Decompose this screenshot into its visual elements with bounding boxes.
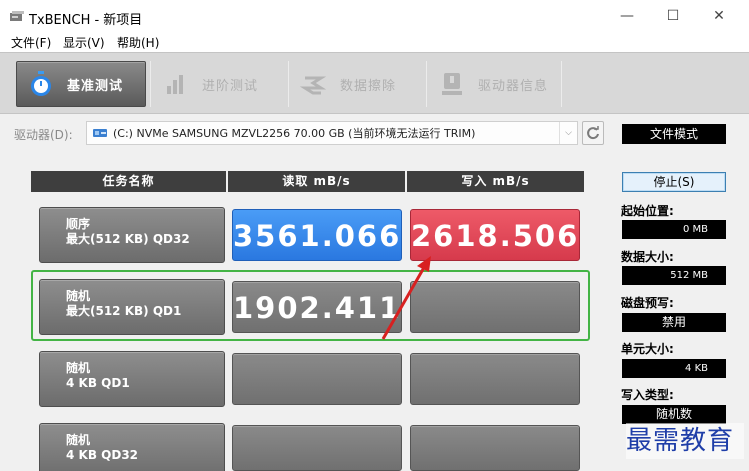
task-params: 4 KB QD32 (66, 448, 139, 462)
task-params: 最大(512 KB) QD32 (66, 232, 190, 246)
header-task-name: 任务名称 (31, 171, 226, 192)
minimize-button[interactable]: — (604, 0, 650, 32)
chevron-down-icon[interactable]: ⌵ (559, 122, 577, 144)
task-type: 随机 (66, 289, 91, 303)
data-size-label: 数据大小: (621, 250, 674, 264)
close-button[interactable]: ✕ (696, 0, 742, 32)
write-result (410, 281, 580, 333)
stopwatch-icon (31, 71, 51, 96)
write-type-value[interactable]: 随机数 (622, 405, 726, 424)
tab-divider (561, 61, 562, 107)
menu-view[interactable]: 显示(V) (63, 34, 105, 51)
drive-icon (93, 129, 107, 137)
write-type-label: 写入类型: (621, 388, 674, 402)
task-type: 随机 (66, 433, 91, 447)
tab-divider (150, 61, 151, 107)
task-type: 随机 (66, 361, 91, 375)
maximize-button[interactable]: ☐ (650, 0, 696, 32)
tab-benchmark-label: 基准测试 (67, 78, 124, 94)
header-write: 写入 mB/s (407, 171, 584, 192)
read-result (232, 353, 402, 405)
tab-advanced[interactable]: 进阶测试 (152, 61, 286, 107)
drive-select-value: (C:) NVMe SAMSUNG MZVL2256 70.00 GB (当前环… (113, 127, 476, 140)
tab-divider (426, 61, 427, 107)
drive-label: 驱动器(D): (14, 128, 73, 142)
title-bar: TxBENCH - 新项目 — ☐ ✕ (0, 0, 749, 32)
unit-size-label: 单元大小: (621, 342, 674, 356)
menu-bar: 文件(F) 显示(V) 帮助(H) (0, 32, 749, 52)
refresh-button[interactable] (582, 121, 604, 145)
precondition-value[interactable]: 禁用 (622, 313, 726, 332)
tab-erase-label: 数据擦除 (340, 78, 397, 94)
read-result (232, 425, 402, 471)
task-seq-qd32-button[interactable]: 顺序 最大(512 KB) QD32 (39, 207, 225, 263)
drive-info-icon (442, 73, 462, 95)
stop-button[interactable]: 停止(S) (622, 172, 726, 192)
task-rnd-4k-qd1-button[interactable]: 随机 4 KB QD1 (39, 351, 225, 407)
header-read: 读取 mB/s (228, 171, 405, 192)
task-rnd-512k-qd1-button[interactable]: 随机 最大(512 KB) QD1 (39, 279, 225, 335)
start-position-value[interactable]: 0 MB (622, 220, 726, 239)
task-params: 4 KB QD1 (66, 376, 130, 390)
write-result (410, 353, 580, 405)
refresh-icon (587, 126, 599, 140)
tab-drive-info[interactable]: 驱动器信息 (428, 61, 560, 107)
watermark: 最需教育 (626, 423, 744, 459)
tab-bar: 基准测试 进阶测试 数据擦除 驱动器信息 (0, 52, 749, 114)
unit-size-value[interactable]: 4 KB (622, 359, 726, 378)
tab-divider (288, 61, 289, 107)
write-result (410, 425, 580, 471)
read-result: 1902.411 (232, 281, 402, 333)
read-result: 3561.066 (232, 209, 402, 261)
tab-erase[interactable]: 数据擦除 (290, 61, 424, 107)
app-icon (10, 11, 24, 21)
tab-drive-info-label: 驱动器信息 (478, 78, 549, 94)
menu-help[interactable]: 帮助(H) (117, 34, 159, 51)
task-rnd-4k-qd32-button[interactable]: 随机 4 KB QD32 (39, 423, 225, 471)
eraser-icon (300, 76, 327, 95)
tab-benchmark[interactable]: 基准测试 (16, 61, 146, 107)
tab-advanced-label: 进阶测试 (202, 78, 259, 94)
task-params: 最大(512 KB) QD1 (66, 304, 182, 318)
menu-file[interactable]: 文件(F) (11, 34, 51, 51)
data-size-value[interactable]: 512 MB (622, 266, 726, 285)
drive-select[interactable]: (C:) NVMe SAMSUNG MZVL2256 70.00 GB (当前环… (86, 121, 578, 145)
bar-chart-icon (167, 75, 183, 94)
mode-indicator: 文件模式 (622, 124, 726, 144)
write-result: 2618.506 (410, 209, 580, 261)
start-position-label: 起始位置: (621, 204, 674, 218)
window-title: TxBENCH - 新项目 (29, 13, 143, 28)
task-type: 顺序 (66, 217, 91, 231)
precondition-label: 磁盘预写: (621, 296, 674, 310)
